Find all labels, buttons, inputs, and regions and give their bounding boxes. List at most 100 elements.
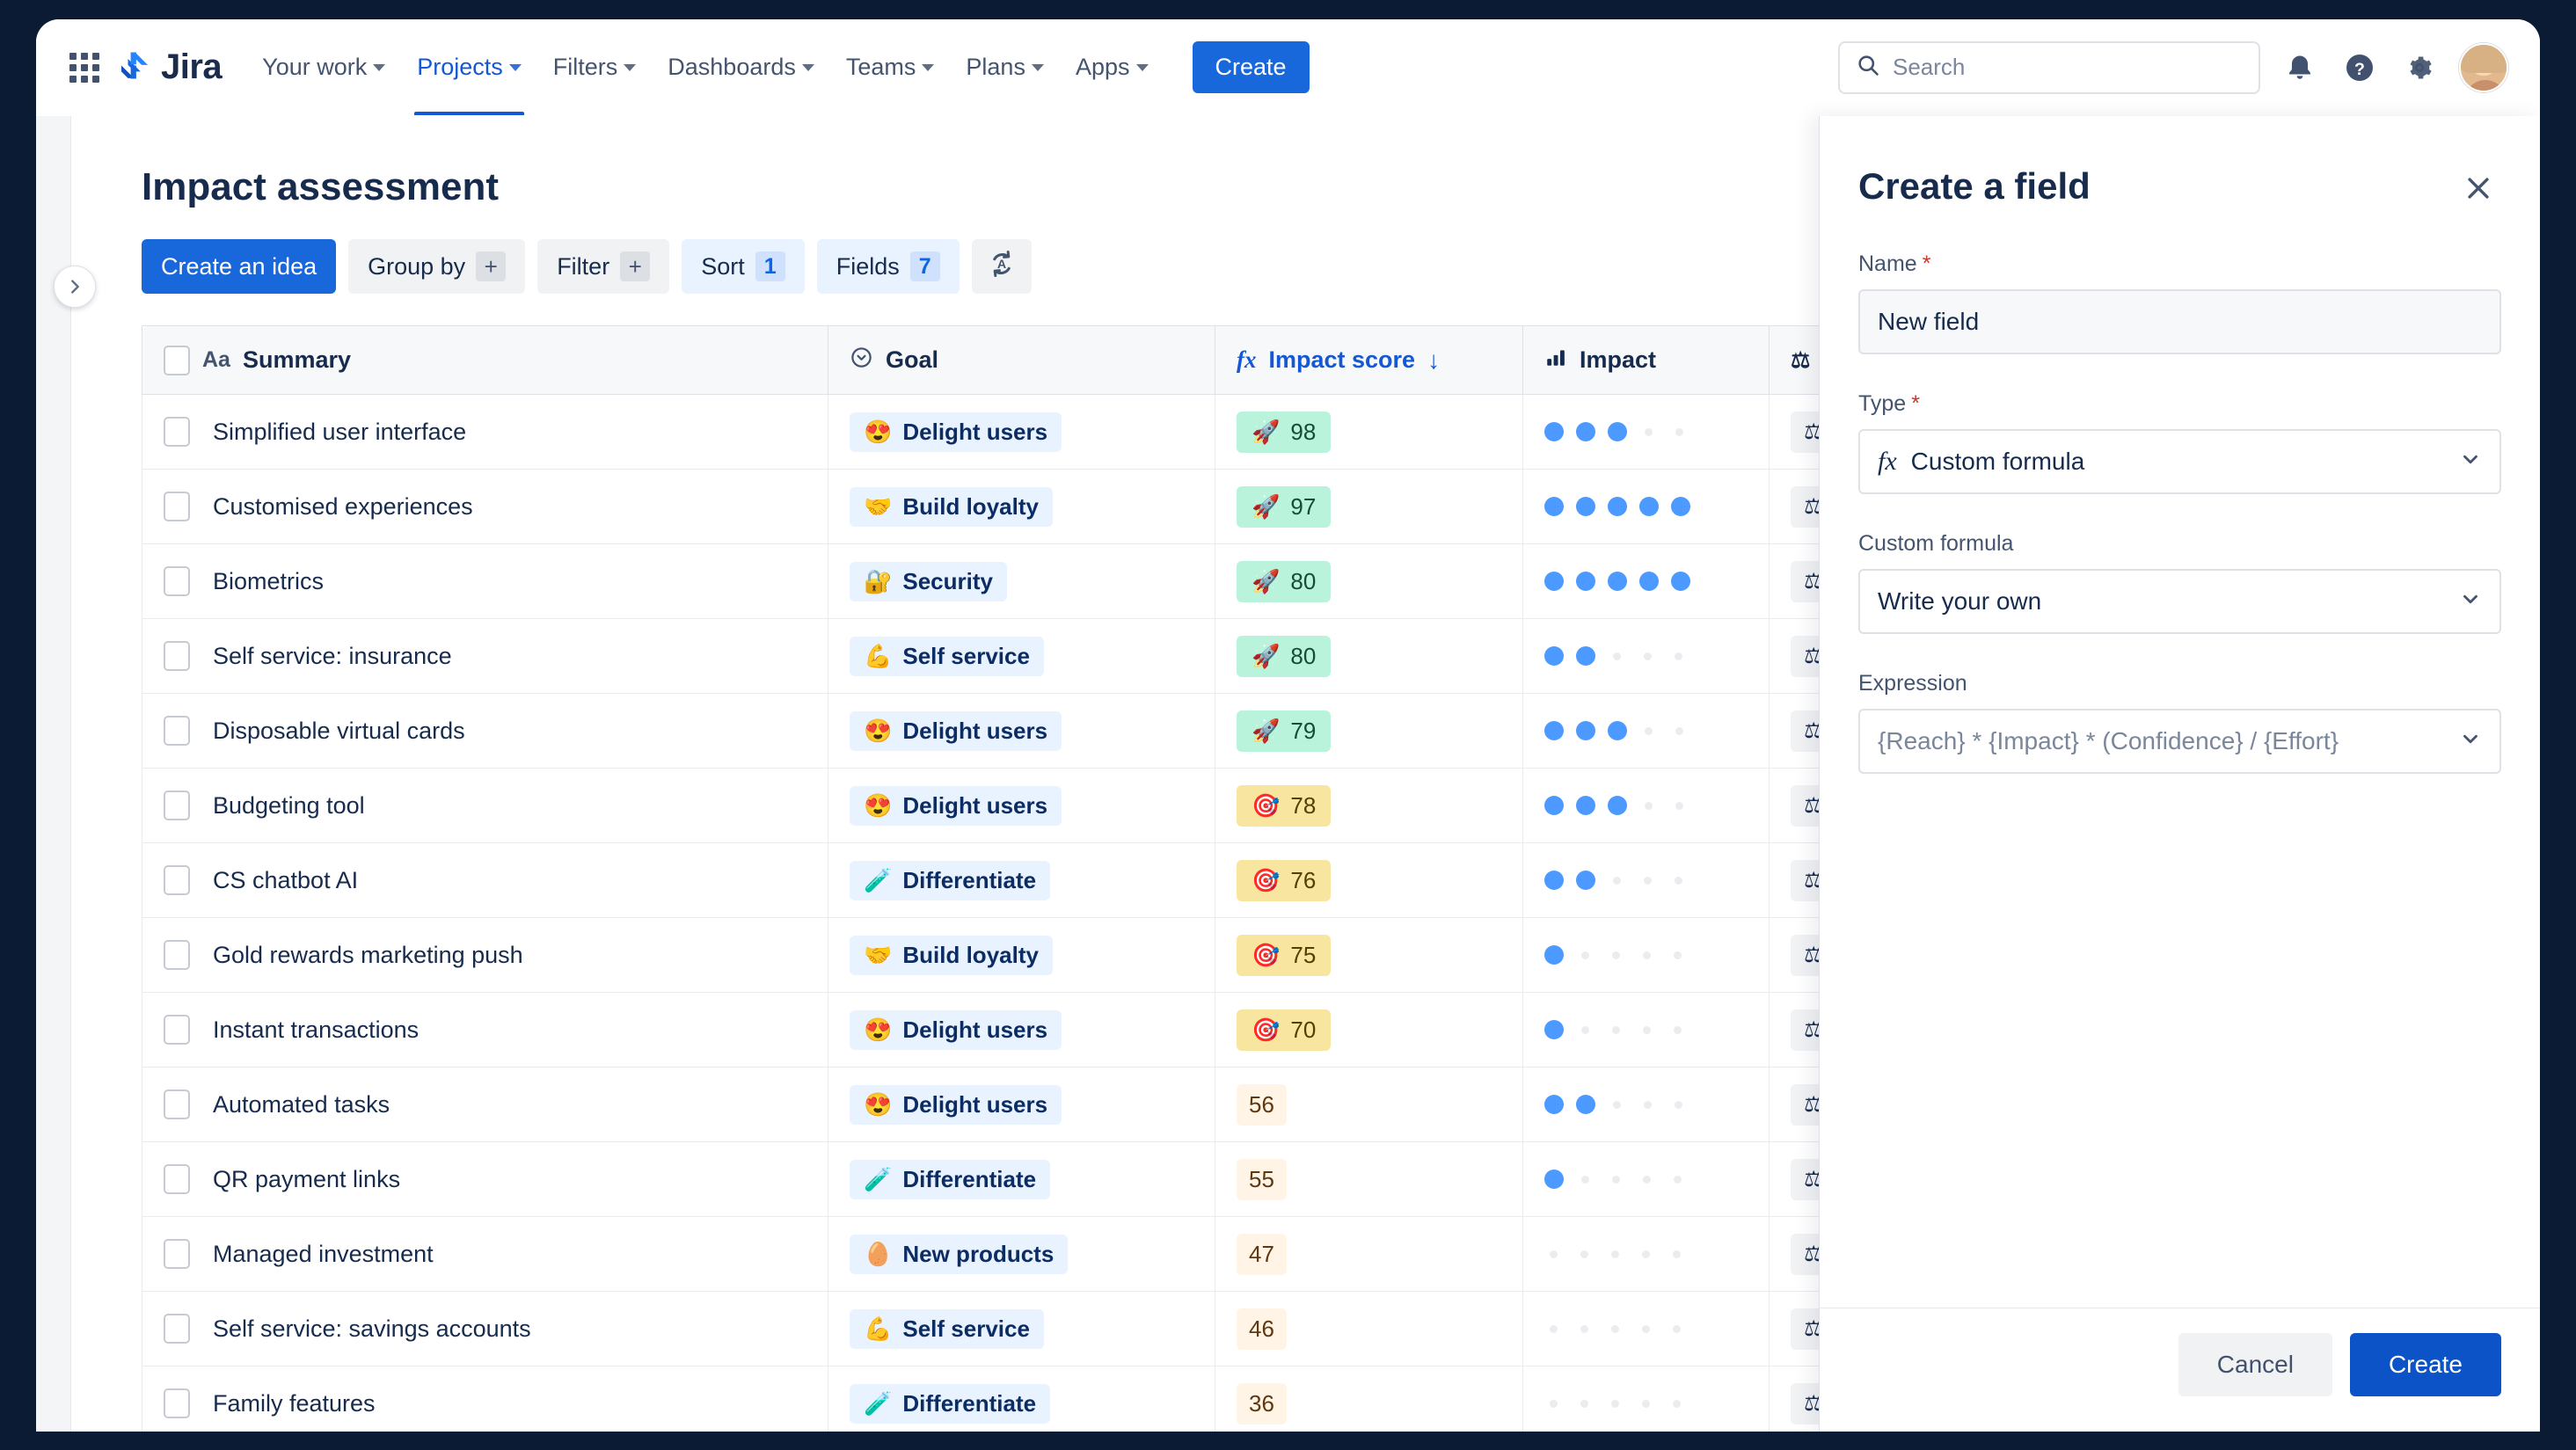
app-switcher-icon[interactable] bbox=[64, 47, 105, 88]
cell-impact[interactable] bbox=[1522, 768, 1770, 843]
cell-impact[interactable] bbox=[1522, 394, 1770, 470]
cell-goal[interactable]: 😍 Delight users bbox=[828, 992, 1215, 1067]
nav-item-your-work[interactable]: Your work bbox=[248, 19, 399, 115]
cell-impact-score[interactable]: 🚀 80 bbox=[1215, 543, 1523, 619]
cell-goal[interactable]: 😍 Delight users bbox=[828, 1067, 1215, 1142]
cell-goal[interactable]: 🤝 Build loyalty bbox=[828, 469, 1215, 544]
cell-summary[interactable]: Gold rewards marketing push bbox=[142, 917, 828, 993]
nav-item-plans[interactable]: Plans bbox=[952, 19, 1058, 115]
row-checkbox[interactable] bbox=[164, 791, 190, 820]
row-checkbox[interactable] bbox=[164, 1015, 190, 1045]
cell-impact[interactable] bbox=[1522, 1291, 1770, 1366]
custom-formula-select[interactable]: Write your own bbox=[1858, 569, 2501, 634]
cell-impact[interactable] bbox=[1522, 1141, 1770, 1217]
close-icon[interactable] bbox=[2456, 165, 2501, 211]
cell-summary[interactable]: CS chatbot AI bbox=[142, 842, 828, 918]
cell-goal[interactable]: 💪 Self service bbox=[828, 1291, 1215, 1366]
row-checkbox[interactable] bbox=[164, 492, 190, 521]
cell-summary[interactable]: Self service: insurance bbox=[142, 618, 828, 694]
cell-goal[interactable]: 😍 Delight users bbox=[828, 693, 1215, 769]
cell-impact-score[interactable]: 55 bbox=[1215, 1141, 1523, 1217]
cell-summary[interactable]: Customised experiences bbox=[142, 469, 828, 544]
row-checkbox[interactable] bbox=[164, 566, 190, 596]
row-checkbox[interactable] bbox=[164, 1314, 190, 1344]
notifications-icon[interactable] bbox=[2280, 47, 2320, 88]
cell-goal[interactable]: 🧪 Differentiate bbox=[828, 1366, 1215, 1432]
cell-impact-score[interactable]: 🎯 70 bbox=[1215, 992, 1523, 1067]
cell-summary[interactable]: QR payment links bbox=[142, 1141, 828, 1217]
cell-goal[interactable]: 🥚 New products bbox=[828, 1216, 1215, 1292]
nav-item-filters[interactable]: Filters bbox=[539, 19, 651, 115]
cell-impact-score[interactable]: 🚀 98 bbox=[1215, 394, 1523, 470]
cell-impact-score[interactable]: 56 bbox=[1215, 1067, 1523, 1142]
row-checkbox[interactable] bbox=[164, 716, 190, 746]
cell-impact-score[interactable]: 🚀 80 bbox=[1215, 618, 1523, 694]
auto-refresh-button[interactable]: A bbox=[971, 239, 1032, 294]
cell-impact-score[interactable]: 🚀 79 bbox=[1215, 693, 1523, 769]
cell-goal[interactable]: 🧪 Differentiate bbox=[828, 842, 1215, 918]
filter-button[interactable]: Filter + bbox=[537, 239, 670, 294]
cell-impact[interactable] bbox=[1522, 1216, 1770, 1292]
create-an-idea-button[interactable]: Create an idea bbox=[142, 239, 337, 294]
cell-goal[interactable]: 😍 Delight users bbox=[828, 768, 1215, 843]
cell-summary[interactable]: Managed investment bbox=[142, 1216, 828, 1292]
row-checkbox[interactable] bbox=[164, 1089, 190, 1119]
cell-impact-score[interactable]: 🎯 76 bbox=[1215, 842, 1523, 918]
cell-summary[interactable]: Self service: savings accounts bbox=[142, 1291, 828, 1366]
cell-summary[interactable]: Budgeting tool bbox=[142, 768, 828, 843]
cell-impact-score[interactable]: 🚀 97 bbox=[1215, 469, 1523, 544]
column-impact-score[interactable]: fx Impact score ↓ bbox=[1215, 325, 1523, 395]
cell-impact[interactable] bbox=[1522, 1067, 1770, 1142]
row-checkbox[interactable] bbox=[164, 1388, 190, 1418]
search-box[interactable] bbox=[1838, 40, 2260, 94]
cell-summary[interactable]: Instant transactions bbox=[142, 992, 828, 1067]
cell-impact[interactable] bbox=[1522, 693, 1770, 769]
cell-summary[interactable]: Disposable virtual cards bbox=[142, 693, 828, 769]
row-checkbox[interactable] bbox=[164, 940, 190, 970]
expand-sidebar-button[interactable] bbox=[54, 266, 96, 308]
settings-gear-icon[interactable] bbox=[2399, 47, 2440, 88]
nav-item-dashboards[interactable]: Dashboards bbox=[653, 19, 828, 115]
search-input[interactable] bbox=[1893, 54, 2243, 81]
row-checkbox[interactable] bbox=[164, 641, 190, 671]
cell-goal[interactable]: 😍 Delight users bbox=[828, 394, 1215, 470]
sort-button[interactable]: Sort 1 bbox=[682, 239, 805, 294]
nav-item-teams[interactable]: Teams bbox=[832, 19, 949, 115]
cell-summary[interactable]: Simplified user interface bbox=[142, 394, 828, 470]
group-by-button[interactable]: Group by + bbox=[348, 239, 526, 294]
cell-impact[interactable] bbox=[1522, 618, 1770, 694]
user-avatar[interactable] bbox=[2459, 42, 2508, 92]
row-checkbox[interactable] bbox=[164, 865, 190, 895]
select-all-checkbox[interactable] bbox=[164, 345, 190, 375]
cell-impact-score[interactable]: 46 bbox=[1215, 1291, 1523, 1366]
row-checkbox[interactable] bbox=[164, 1164, 190, 1194]
cell-impact[interactable] bbox=[1522, 1366, 1770, 1432]
column-impact[interactable]: Impact bbox=[1522, 325, 1770, 395]
cell-impact[interactable] bbox=[1522, 917, 1770, 993]
cell-goal[interactable]: 🧪 Differentiate bbox=[828, 1141, 1215, 1217]
create-button[interactable]: Create bbox=[1192, 41, 1310, 93]
cell-goal[interactable]: 🤝 Build loyalty bbox=[828, 917, 1215, 993]
cancel-button[interactable]: Cancel bbox=[2178, 1333, 2332, 1396]
nav-item-apps[interactable]: Apps bbox=[1062, 19, 1163, 115]
fields-button[interactable]: Fields 7 bbox=[816, 239, 960, 294]
cell-impact-score[interactable]: 36 bbox=[1215, 1366, 1523, 1432]
row-checkbox[interactable] bbox=[164, 1239, 190, 1269]
cell-impact[interactable] bbox=[1522, 469, 1770, 544]
create-field-button[interactable]: Create bbox=[2349, 1333, 2501, 1396]
cell-impact-score[interactable]: 🎯 75 bbox=[1215, 917, 1523, 993]
cell-impact[interactable] bbox=[1522, 992, 1770, 1067]
row-checkbox[interactable] bbox=[164, 417, 190, 447]
column-goal[interactable]: Goal bbox=[828, 325, 1215, 395]
cell-impact-score[interactable]: 47 bbox=[1215, 1216, 1523, 1292]
jira-logo[interactable]: Jira bbox=[117, 47, 223, 87]
cell-summary[interactable]: Automated tasks bbox=[142, 1067, 828, 1142]
field-type-select[interactable]: fx Custom formula bbox=[1858, 429, 2501, 494]
cell-summary[interactable]: Biometrics bbox=[142, 543, 828, 619]
column-summary[interactable]: Aa Summary bbox=[142, 325, 828, 395]
help-icon[interactable]: ? bbox=[2339, 47, 2380, 88]
cell-goal[interactable]: 💪 Self service bbox=[828, 618, 1215, 694]
cell-summary[interactable]: Family features bbox=[142, 1366, 828, 1432]
expression-select[interactable]: {Reach} * {Impact} * (Confidence} / {Eff… bbox=[1858, 709, 2501, 774]
nav-item-projects[interactable]: Projects bbox=[403, 19, 536, 115]
